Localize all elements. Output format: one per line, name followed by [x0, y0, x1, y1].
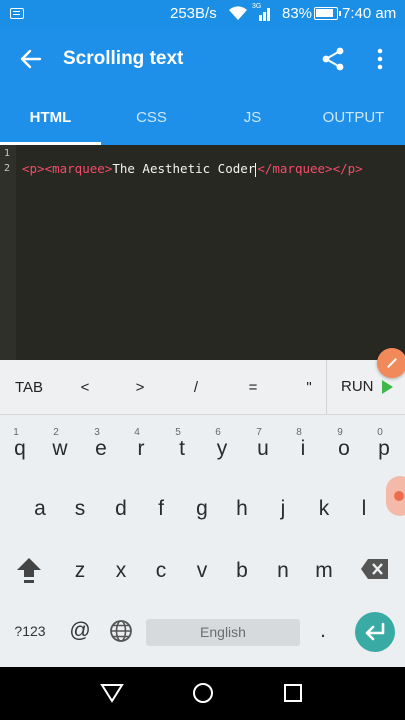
key-letter: i	[300, 437, 306, 460]
key-x[interactable]: x	[101, 541, 141, 597]
play-icon	[382, 380, 393, 394]
key-letter: r	[137, 437, 145, 460]
key-letter: u	[257, 437, 269, 460]
shortcut-tab-key[interactable]: TAB	[4, 360, 54, 415]
back-nav-icon[interactable]	[100, 683, 124, 703]
key-letter: o	[338, 437, 350, 460]
key-g[interactable]: g	[182, 479, 222, 535]
shortcut-equals-key[interactable]: =	[230, 360, 276, 415]
space-key[interactable]: English	[146, 619, 300, 646]
enter-button[interactable]	[355, 612, 395, 652]
key-n[interactable]: n	[263, 541, 303, 597]
recents-nav-icon[interactable]	[283, 683, 303, 703]
shift-icon[interactable]	[14, 555, 44, 585]
page-title: Scrolling text	[63, 48, 184, 69]
symbols-key[interactable]: ?123	[8, 605, 52, 657]
key-l[interactable]: l	[344, 479, 384, 535]
network-speed: 253B/s	[170, 5, 217, 22]
backspace-icon[interactable]	[360, 558, 390, 580]
key-letter: q	[14, 437, 26, 460]
overflow-menu-icon[interactable]	[368, 46, 392, 72]
key-p[interactable]: 0p	[364, 419, 404, 475]
key-letter: c	[155, 559, 167, 582]
shortcut-lt-key[interactable]: <	[62, 360, 108, 415]
navigation-bar	[0, 667, 405, 720]
battery-icon	[314, 7, 341, 20]
key-letter: e	[95, 437, 107, 460]
code-editor[interactable]: 1 2 <p><marquee>The Aesthetic Coder </mar…	[0, 145, 405, 360]
key-letter: g	[196, 497, 208, 520]
key-j[interactable]: j	[263, 479, 303, 535]
period-key[interactable]: .	[310, 605, 336, 657]
shortcut-bar: TAB < > / = " RUN	[0, 360, 405, 415]
key-letter: p	[378, 437, 390, 460]
key-letter: j	[280, 497, 286, 520]
tab-output[interactable]: OUTPUT	[303, 90, 404, 145]
key-letter: m	[315, 559, 333, 582]
key-letter: v	[196, 559, 208, 582]
key-letter: a	[34, 497, 46, 520]
share-icon[interactable]	[320, 46, 346, 72]
line-number: 1	[4, 148, 11, 159]
key-z[interactable]: z	[60, 541, 100, 597]
code-line: <p><marquee>The Aesthetic Coder </marquee…	[22, 161, 363, 177]
key-m[interactable]: m	[304, 541, 344, 597]
code-text: The Aesthetic Coder	[112, 161, 256, 176]
line-number: 2	[4, 163, 11, 174]
tab-bar: HTML CSS JS OUTPUT	[0, 90, 405, 145]
key-letter: f	[158, 497, 164, 520]
tab-html[interactable]: HTML	[0, 90, 101, 145]
edit-pencil-icon[interactable]	[377, 348, 405, 378]
key-d[interactable]: d	[101, 479, 141, 535]
shortcut-slash-key[interactable]: /	[173, 360, 219, 415]
key-c[interactable]: c	[141, 541, 181, 597]
key-v[interactable]: v	[182, 541, 222, 597]
key-letter: s	[74, 497, 86, 520]
clock: 7:40 am	[342, 5, 397, 22]
home-nav-icon[interactable]	[192, 682, 214, 704]
back-arrow-icon[interactable]	[18, 46, 44, 72]
shortcut-gt-key[interactable]: >	[117, 360, 163, 415]
key-letter: b	[236, 559, 248, 582]
app-bar: Scrolling text	[0, 28, 405, 90]
key-a[interactable]: a	[20, 479, 60, 535]
key-k[interactable]: k	[304, 479, 344, 535]
key-letter: z	[74, 559, 86, 582]
at-key[interactable]: @	[62, 605, 98, 657]
key-letter: l	[361, 497, 367, 520]
enter-icon	[365, 622, 385, 641]
key-b[interactable]: b	[222, 541, 262, 597]
tab-css[interactable]: CSS	[101, 90, 202, 145]
run-label: RUN	[341, 378, 374, 395]
soft-keyboard: 1q 2w 3e 4r 5t 6y 7u 8i 9o 0p a s d f g …	[0, 415, 405, 667]
key-letter: n	[277, 559, 289, 582]
keyboard-notification-icon	[10, 8, 24, 19]
key-letter: t	[179, 437, 185, 460]
key-letter: h	[236, 497, 248, 520]
key-f[interactable]: f	[141, 479, 181, 535]
key-letter: k	[318, 497, 330, 520]
key-letter: d	[115, 497, 127, 520]
key-letter: w	[52, 437, 68, 460]
key-s[interactable]: s	[60, 479, 100, 535]
globe-icon[interactable]	[109, 619, 133, 643]
battery-percent: 83%	[282, 5, 313, 22]
floating-bubble-icon[interactable]	[386, 476, 405, 516]
code-open-tags: <p><marquee>	[22, 161, 113, 176]
key-letter: x	[115, 559, 127, 582]
wifi-icon	[229, 6, 247, 21]
code-close-tags: </marquee></p>	[257, 161, 363, 176]
line-gutter: 1 2	[0, 145, 16, 360]
tab-js[interactable]: JS	[202, 90, 303, 145]
key-letter: y	[216, 437, 228, 460]
key-h[interactable]: h	[222, 479, 262, 535]
network-type-label: 3G	[252, 3, 262, 10]
status-bar: 253B/s 3G 83% 7:40 am	[0, 0, 405, 28]
